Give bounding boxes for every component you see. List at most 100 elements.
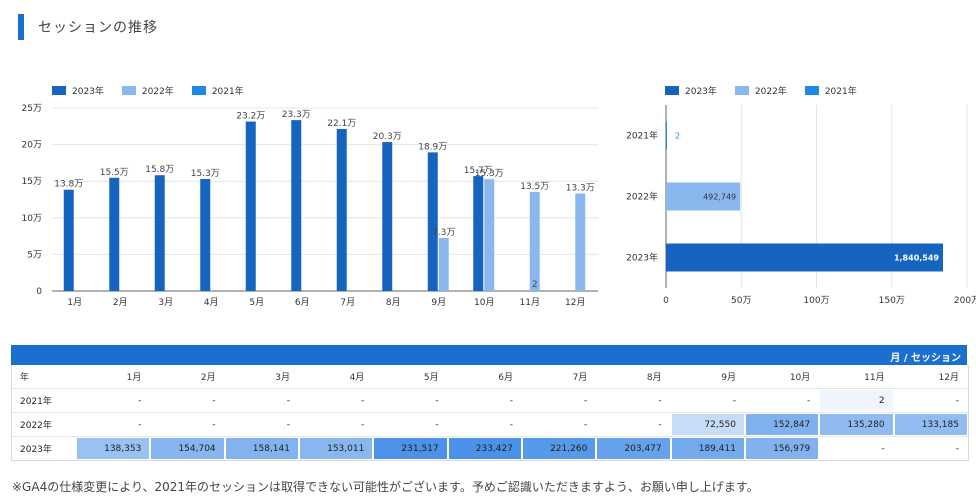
legend-swatch: [191, 86, 206, 95]
legend-swatch: [734, 86, 749, 95]
table-cell: 12月: [938, 373, 959, 383]
table-cell: -: [361, 395, 365, 406]
table-cell: 152,847: [745, 414, 819, 435]
bar[interactable]: [336, 129, 347, 291]
table-cell: -: [584, 419, 588, 430]
bar[interactable]: [63, 189, 74, 291]
table-cell: 233,427: [448, 438, 521, 459]
data-label: 23.3万: [282, 110, 311, 120]
y-tick-label: 2022年: [626, 191, 658, 203]
yearly-sessions-chart: 0 50万 100万 150万 200万 2021年 2 2022年 492,749 2023年 1…: [626, 105, 976, 306]
x-tick-label: 10月: [474, 297, 494, 308]
x-tick-label: 150万: [879, 296, 905, 306]
x-tick-label: 50万: [731, 296, 751, 306]
table-header-bar: 月 / セッション: [11, 345, 967, 365]
bar[interactable]: [245, 121, 256, 291]
data-label: 20.3万: [373, 132, 402, 142]
bar[interactable]: [382, 142, 393, 291]
data-label: 13.3万: [566, 184, 595, 194]
table-cell: -: [658, 395, 662, 406]
table-cell: 231,517: [374, 438, 447, 459]
table-cell: 135,280: [820, 414, 893, 435]
data-label: 2: [675, 132, 680, 141]
table-cell: -: [955, 443, 959, 454]
y-tick-label: 10万: [22, 214, 42, 224]
y-tick-label: 25万: [22, 104, 42, 114]
table-cell: -: [212, 395, 216, 406]
data-label: 18.9万: [418, 142, 447, 152]
table-cell: 203,477: [597, 438, 670, 459]
table-cell: -: [286, 395, 290, 406]
table-cell: -: [212, 419, 216, 430]
table-cell: 3月: [275, 373, 290, 383]
y-tick-label: 0: [36, 287, 42, 297]
table-row: 年 1月 2月 3月 4月 5月 6月 7月 8月 9月 10月 11月 12月: [12, 365, 968, 388]
x-tick-label: 3月: [158, 297, 173, 308]
bar[interactable]: [200, 178, 211, 291]
bar[interactable]: [484, 179, 495, 291]
table-cell: -: [584, 395, 588, 406]
title-accent-bar: [18, 14, 24, 40]
row-label: 2023年: [20, 445, 52, 455]
legend-swatch: [665, 86, 679, 95]
table-cell: -: [509, 419, 513, 430]
y-tick-label: 15万: [22, 177, 42, 187]
y-tick-label: 2023年: [626, 252, 658, 264]
x-tick-label: 8月: [386, 297, 401, 308]
bar[interactable]: [154, 175, 165, 291]
table-cell: 153,011: [299, 438, 373, 459]
x-tick-label: 100万: [803, 296, 829, 306]
table-cell: -: [732, 395, 736, 406]
data-label: 15.5万: [100, 168, 129, 178]
data-label: 13.5万: [520, 182, 549, 192]
table-cell: 72,550: [671, 414, 744, 435]
table-cell: 6月: [498, 373, 513, 383]
x-tick-label: 2月: [113, 297, 128, 308]
bar[interactable]: [291, 120, 302, 291]
y-tick-label: 5万: [27, 250, 42, 260]
table-cell: 5月: [423, 373, 439, 383]
bar[interactable]: [529, 191, 540, 291]
legend-swatch: [52, 86, 66, 95]
data-label: 15.8万: [145, 165, 174, 175]
table-cell: 7月: [572, 373, 588, 383]
data-label: 15.3万: [475, 169, 504, 179]
data-label: 7.3万: [432, 228, 455, 238]
table-cell: -: [286, 419, 290, 430]
bar[interactable]: [427, 152, 438, 291]
row-label: 2022年: [20, 421, 52, 431]
table-cell: 1月: [126, 373, 142, 383]
data-label: 22.1万: [327, 119, 356, 129]
sessions-table: 年 1月 2月 3月 4月 5月 6月 7月 8月 9月 10月 11月 12月 2021年 - - - - - - -…: [11, 365, 969, 461]
data-label: 15.3万: [191, 169, 220, 179]
x-tick-label: 1月: [67, 297, 82, 308]
table-cell: 8月: [646, 373, 662, 383]
table-cell: 10月: [789, 373, 811, 383]
table-cell: -: [658, 419, 662, 430]
bar[interactable]: [473, 176, 484, 291]
footnote: ※GA4の仕様変更により、2021年のセッションは取得できない可能性がございます…: [12, 480, 759, 494]
bar[interactable]: [109, 177, 120, 291]
table-cell: -: [435, 419, 439, 430]
bar[interactable]: [575, 193, 586, 291]
table-cell: 133,185: [894, 414, 967, 435]
bar[interactable]: [666, 121, 667, 150]
table-cell: 2月: [200, 373, 216, 383]
table-cell: 189,411: [671, 438, 744, 459]
row-label: 年: [20, 373, 30, 383]
data-label: 492,749: [703, 193, 736, 202]
table-cell: 221,260: [522, 438, 596, 459]
x-tick-label: 12月: [565, 297, 585, 308]
x-tick-label: 4月: [204, 297, 219, 308]
table-row: 2022年 - - - - - - - -72,550 152,847 135,280 133,185: [12, 412, 968, 436]
x-tick-label: 200万: [954, 296, 976, 306]
bar[interactable]: [438, 237, 449, 291]
data-label: 1,840,549: [894, 254, 939, 263]
table-cell: -: [361, 419, 365, 430]
table-header-label: 月 / セッション: [890, 353, 961, 364]
table-cell: -: [435, 395, 439, 406]
data-label: 13.8万: [54, 180, 83, 190]
monthly-sessions-chart: 0 5万 10万 15万 20万 25万 1月 13.8万 2月 15.5万 3月 15.8万 4月 15…: [22, 104, 598, 308]
x-tick-label: 9月: [431, 297, 446, 308]
x-tick-label: 11月: [520, 297, 540, 308]
